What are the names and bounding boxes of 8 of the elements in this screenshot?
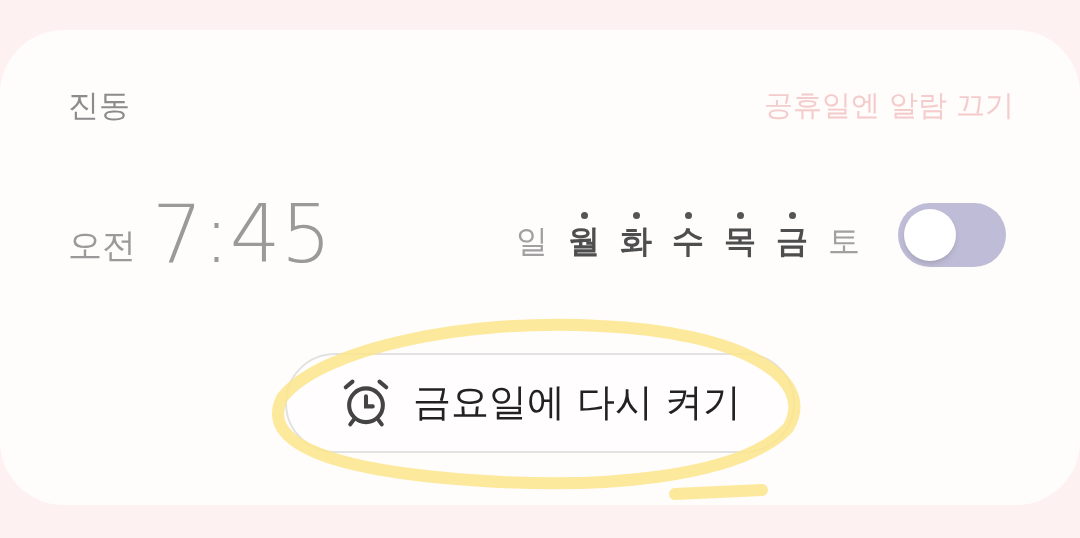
vibration-label: 진동 bbox=[68, 86, 130, 125]
weekday-label[interactable]: 목 bbox=[724, 225, 756, 257]
weekday-label[interactable]: 월 bbox=[568, 225, 600, 257]
weekday-label[interactable]: 화 bbox=[620, 225, 652, 257]
meridiem-label: 오전 bbox=[68, 223, 136, 267]
alarm-time: 7:45 bbox=[152, 194, 332, 275]
weekday-label[interactable]: 금 bbox=[776, 225, 808, 257]
weekday-label[interactable]: 수 bbox=[672, 225, 704, 257]
